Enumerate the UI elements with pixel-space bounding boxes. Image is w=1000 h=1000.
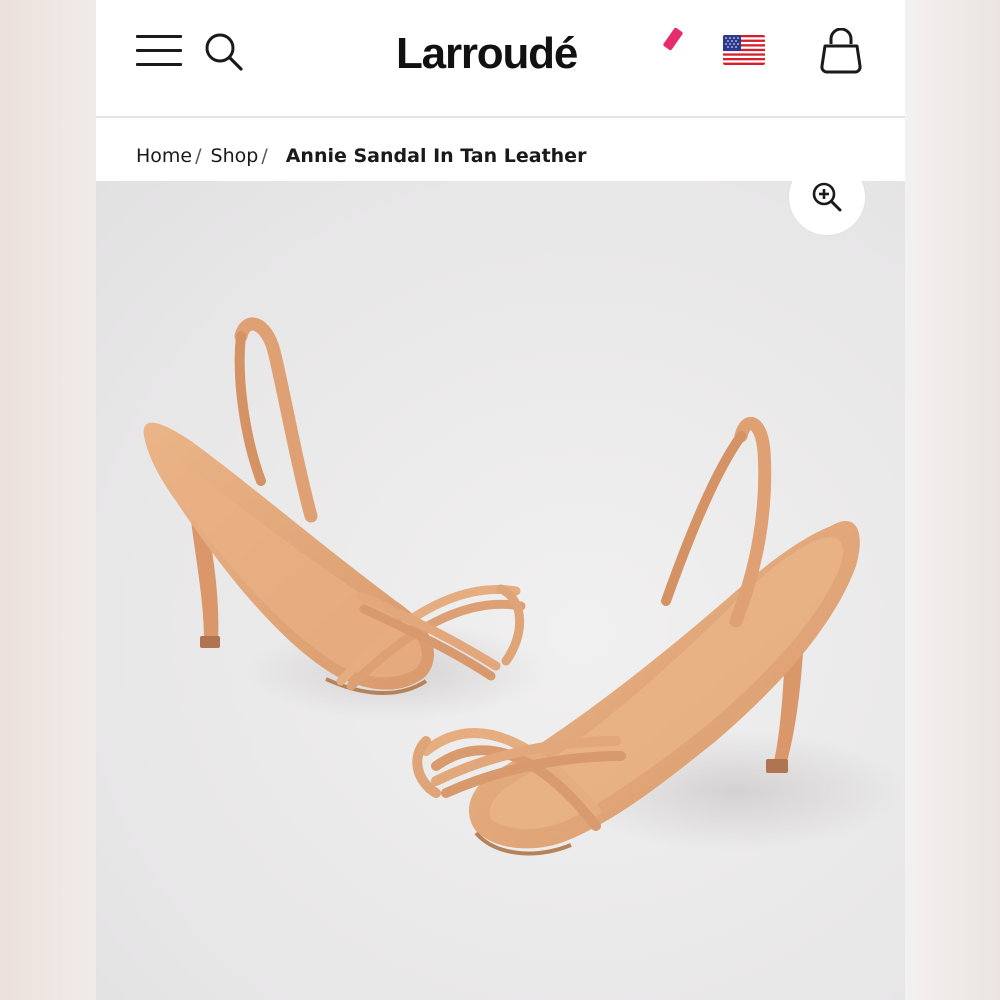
search-icon <box>205 33 243 71</box>
mobile-page: Larroudé Home / Shop / Annie Sandal In T… <box>96 0 905 1000</box>
breadcrumb: Home / Shop / Annie Sandal In Tan Leathe… <box>136 140 586 172</box>
product-image[interactable] <box>96 181 905 1000</box>
shopping-bag-icon <box>820 27 862 74</box>
brand-logo[interactable]: Larroudé <box>396 26 684 82</box>
backdrop-left <box>0 0 96 1000</box>
us-flag-icon <box>723 35 765 65</box>
breadcrumb-home-link[interactable]: Home <box>136 145 192 167</box>
breadcrumb-current-page: Annie Sandal In Tan Leather <box>285 145 587 167</box>
breadcrumb-shop-link[interactable]: Shop <box>211 145 259 167</box>
sandal-pair-illustration <box>143 317 905 856</box>
backdrop-right <box>905 0 1000 1000</box>
hamburger-menu-icon <box>136 32 182 70</box>
menu-button[interactable] <box>136 32 182 70</box>
cart-button[interactable] <box>818 27 864 76</box>
brand-name: Larroudé <box>396 29 578 78</box>
search-button[interactable] <box>202 30 246 74</box>
zoom-in-icon <box>812 182 842 212</box>
logo-accent-mark <box>662 27 684 51</box>
site-header: Larroudé <box>96 0 905 118</box>
region-selector[interactable] <box>723 35 765 65</box>
breadcrumb-separator: / <box>195 145 202 167</box>
breadcrumb-separator: / <box>261 145 268 167</box>
